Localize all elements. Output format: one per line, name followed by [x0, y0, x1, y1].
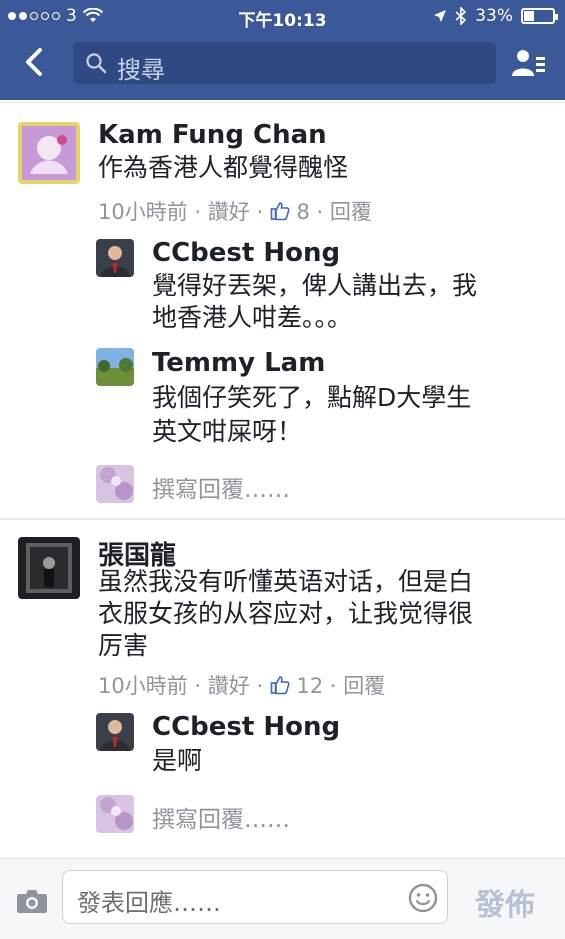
write-reply-button[interactable]: 撰寫回覆……: [152, 470, 290, 504]
avatar-image: [96, 239, 134, 277]
thumbs-up-icon: [270, 202, 290, 221]
avatar[interactable]: [18, 122, 80, 184]
camera-icon: [17, 890, 47, 913]
search-placeholder: 搜尋: [117, 56, 165, 84]
like-count: 8: [296, 200, 310, 224]
avatar-image: [96, 795, 134, 833]
comment-input-placeholder: 發表回應……: [77, 889, 221, 917]
search-input[interactable]: 搜尋: [73, 42, 496, 84]
status-right-group: 33%: [433, 6, 558, 26]
back-button[interactable]: [22, 47, 50, 77]
avatar-image: [96, 348, 134, 386]
reply-author[interactable]: CCbest Hong: [152, 238, 340, 268]
chevron-left-icon: [26, 48, 42, 76]
avatar[interactable]: [96, 239, 134, 277]
status-bar: 3 下午10:13 33%: [0, 0, 565, 32]
comment-time: 10小時前: [98, 674, 188, 698]
friend-requests-icon: [512, 50, 545, 76]
avatar[interactable]: [96, 713, 134, 751]
reply-button[interactable]: 回覆: [343, 674, 385, 698]
battery-icon: [521, 8, 558, 24]
location-arrow-icon: [434, 10, 447, 22]
like-count: 12: [296, 674, 324, 698]
avatar[interactable]: [96, 348, 134, 386]
like-button[interactable]: 讚好: [208, 200, 250, 224]
thumbs-up-icon: [270, 676, 290, 695]
reply-text-line: 是啊: [152, 746, 203, 775]
comment-text-line: 厉害: [98, 631, 149, 660]
reply-text-line: 覺得好丟架，俾人講出去，我: [152, 271, 478, 300]
reply-text-line: 地香港人咁差。。。: [152, 303, 353, 332]
post-button[interactable]: 發佈: [475, 880, 535, 924]
my-avatar: [96, 795, 134, 833]
divider: [0, 102, 565, 103]
comment-input[interactable]: 發表回應……: [62, 870, 448, 924]
reply-text-line: 英文咁屎呀！: [152, 417, 303, 446]
like-button[interactable]: 讚好: [208, 674, 250, 698]
avatar-image: [18, 537, 80, 599]
comment-meta: 10小時前 · 讚好 · 12 · 回覆: [98, 674, 386, 698]
avatar-image: [96, 465, 134, 503]
reply-author[interactable]: Temmy Lam: [152, 348, 325, 378]
avatar-image: [96, 713, 134, 751]
my-avatar: [96, 465, 134, 503]
avatar[interactable]: [18, 537, 80, 599]
comment-meta: 10小時前 · 讚好 · 8 · 回覆: [98, 200, 372, 224]
reply-button[interactable]: 回覆: [330, 200, 372, 224]
reply-author[interactable]: CCbest Hong: [152, 712, 340, 742]
friend-requests-button[interactable]: [512, 48, 546, 82]
comment-author[interactable]: Kam Fung Chan: [98, 120, 327, 150]
camera-button[interactable]: [16, 888, 48, 918]
bluetooth-icon: [455, 7, 467, 25]
avatar-image: [18, 122, 80, 184]
thread-divider: [0, 518, 565, 520]
reply-text-line: 我個仔笑死了，點解D大學生: [152, 383, 472, 412]
emoji-button[interactable]: [408, 883, 438, 917]
comment-time: 10小時前: [98, 200, 188, 224]
comment-text: 作為香港人都覺得醜怪: [98, 153, 349, 182]
comment-text-line: 虽然我没有听懂英语对话，但是白: [98, 567, 474, 596]
smiley-icon: [408, 883, 438, 913]
write-reply-button[interactable]: 撰寫回覆……: [152, 800, 290, 834]
comment-text-line: 衣服女孩的从容应对，让我觉得很: [98, 599, 474, 628]
battery-percent: 33%: [475, 6, 513, 26]
search-icon: [86, 53, 107, 74]
